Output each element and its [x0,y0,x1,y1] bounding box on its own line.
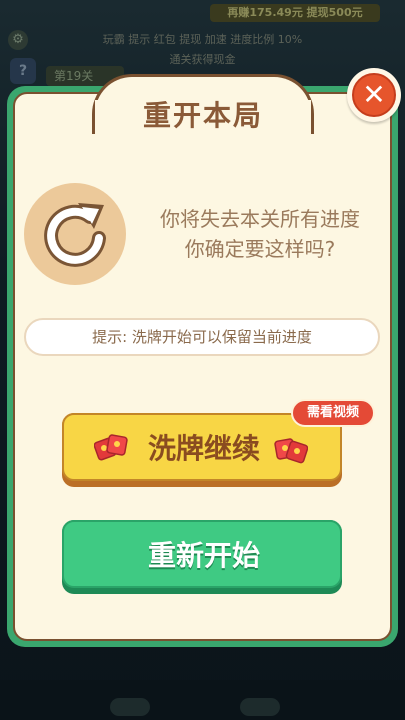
red-envelope-icon [93,432,128,462]
restart-button-label[interactable]: 重新开始 [64,522,344,590]
restart-button-face[interactable]: 重新开始 [62,520,342,588]
hint-text: 提示: 洗牌开始可以保留当前进度 [24,318,380,356]
background-info-line: 玩霸 提示 红包 提现 加速 进度比例 10% [102,33,303,46]
watch-video-badge: 需看视频 [291,399,375,427]
reward-progress-bar: 再赚175.49元 提现500元 [210,4,380,22]
help-icon: ? [10,58,36,84]
warning-message: 你将失去本关所有进度 你确定要这样吗? [130,204,390,264]
warning-message-line2: 你确定要这样吗? [184,237,336,261]
toolbar-item [240,698,280,716]
dialog-title: 重开本局 [142,99,263,132]
close-icon[interactable]: ✕ [352,73,396,117]
restart-button[interactable]: 重新开始 [62,520,342,594]
restart-arrow-icon [24,183,126,285]
warning-message-line1: 你将失去本关所有进度 [160,207,360,231]
bottom-toolbar [0,680,405,720]
red-envelope-icon [274,434,309,464]
toolbar-item [110,698,150,716]
close-button[interactable]: ✕ [347,68,401,122]
